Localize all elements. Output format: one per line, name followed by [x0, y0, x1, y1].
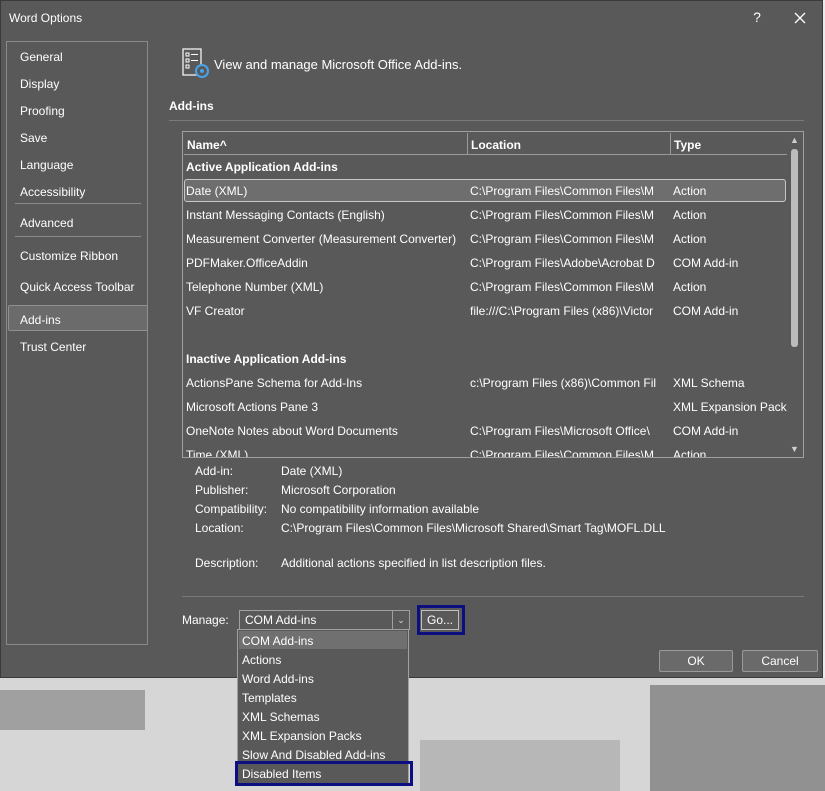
- scroll-down-icon[interactable]: ▼: [790, 444, 799, 454]
- detail-publisher-label: Publisher:: [195, 483, 249, 497]
- sidebar-item-language[interactable]: Language: [20, 158, 73, 172]
- sidebar-item-accessibility[interactable]: Accessibility: [20, 185, 85, 199]
- sidebar-item-save[interactable]: Save: [20, 131, 47, 145]
- cell-location: C:\Program Files\Common Files\M: [470, 232, 655, 246]
- help-button[interactable]: ?: [747, 7, 767, 27]
- detail-description-value: Additional actions specified in list des…: [281, 556, 546, 570]
- column-header-name[interactable]: Name^: [184, 133, 468, 155]
- manage-select[interactable]: COM Add-ins ⌄: [239, 610, 410, 630]
- cell-type: Action: [673, 184, 707, 198]
- word-options-dialog: Word Options ? General Display Proofing …: [0, 0, 823, 678]
- cell-name: OneNote Notes about Word Documents: [186, 424, 398, 438]
- details-divider: [182, 596, 804, 597]
- cell-location: C:\Program Files\Common Files\M: [470, 184, 655, 198]
- cell-location: C:\Program Files\Microsoft Office\: [470, 424, 650, 438]
- section-divider: [169, 120, 804, 121]
- cell-location: C:\Program Files\Common Files\M: [470, 208, 655, 222]
- column-header-label: Location: [471, 138, 521, 152]
- sidebar: General Display Proofing Save Language A…: [6, 41, 148, 645]
- background-blur: [650, 685, 825, 791]
- cell-location: C:\Program Files\Common Files\M: [470, 448, 655, 458]
- detail-location-label: Location:: [195, 521, 244, 535]
- cell-name: Time (XML): [186, 448, 249, 458]
- cell-name: Date (XML): [186, 184, 248, 198]
- sidebar-divider: [15, 203, 141, 204]
- dropdown-option-xml-schemas[interactable]: XML Schemas: [242, 710, 320, 724]
- cell-name: Measurement Converter (Measurement Conve…: [186, 232, 457, 246]
- cell-name: VF Creator: [186, 304, 245, 318]
- go-button[interactable]: Go...: [421, 610, 459, 630]
- scrollbar-thumb[interactable]: [791, 149, 798, 347]
- column-header-location[interactable]: Location: [468, 133, 671, 155]
- sidebar-item-trust-center[interactable]: Trust Center: [20, 340, 86, 354]
- sidebar-item-quick-access-toolbar[interactable]: Quick Access Toolbar: [20, 280, 135, 294]
- cell-type: Action: [673, 280, 707, 294]
- dropdown-option-com-add-ins[interactable]: COM Add-ins: [242, 634, 313, 648]
- title-bar: Word Options ?: [1, 1, 822, 35]
- cell-location: C:\Program Files\Common Files\M: [470, 280, 655, 294]
- cell-type: COM Add-in: [673, 424, 739, 438]
- cell-location: c:\Program Files (x86)\Common Fil: [470, 376, 657, 390]
- cell-name: Microsoft Actions Pane 3: [186, 400, 319, 414]
- ok-button[interactable]: OK: [659, 650, 733, 672]
- cell-location: C:\Program Files\Adobe\Acrobat D: [470, 256, 655, 270]
- cell-type: XML Schema: [673, 376, 745, 390]
- sidebar-divider: [15, 236, 141, 237]
- close-button[interactable]: [789, 7, 811, 29]
- cell-location: file:///C:\Program Files (x86)\Victor: [470, 304, 654, 318]
- detail-compatibility-value: No compatibility information available: [281, 502, 480, 516]
- detail-description-label: Description:: [195, 556, 259, 570]
- manage-label: Manage:: [182, 613, 229, 627]
- cell-name: Instant Messaging Contacts (English): [186, 208, 385, 222]
- dropdown-option-actions[interactable]: Actions: [242, 653, 281, 667]
- sidebar-item-advanced[interactable]: Advanced: [20, 216, 73, 230]
- sidebar-item-general[interactable]: General: [20, 50, 63, 64]
- add-ins-icon: [181, 48, 211, 80]
- sidebar-item-proofing[interactable]: Proofing: [20, 104, 65, 118]
- cancel-button[interactable]: Cancel: [742, 650, 818, 672]
- detail-publisher-value: Microsoft Corporation: [281, 483, 396, 497]
- disabled-items-highlight: [235, 761, 413, 786]
- column-header-label: Name: [187, 138, 220, 152]
- manage-select-value: COM Add-ins: [245, 613, 317, 627]
- group-header: Active Application Add-ins: [186, 160, 338, 174]
- scroll-up-icon[interactable]: ▲: [790, 135, 799, 145]
- sidebar-item-display[interactable]: Display: [20, 77, 59, 91]
- column-header-label: Type: [674, 138, 702, 152]
- detail-location-value: C:\Program Files\Common Files\Microsoft …: [281, 521, 666, 535]
- sort-indicator: ^: [219, 138, 227, 152]
- cell-type: COM Add-in: [673, 304, 739, 318]
- cell-name: PDFMaker.OfficeAddin: [186, 256, 308, 270]
- window-title: Word Options: [9, 11, 83, 25]
- dropdown-option-xml-expansion-packs[interactable]: XML Expansion Packs: [242, 729, 362, 743]
- cell-type: Action: [673, 208, 707, 222]
- background-blur: [420, 740, 620, 791]
- page-heading: View and manage Microsoft Office Add-ins…: [214, 57, 463, 72]
- detail-addin-value: Date (XML): [281, 464, 343, 478]
- column-header-type[interactable]: Type: [671, 133, 787, 155]
- add-ins-table: Name^ Location Type Active Application A…: [182, 131, 804, 458]
- table-scrollbar[interactable]: ▲ ▼: [787, 132, 803, 457]
- sidebar-item-add-ins[interactable]: Add-ins: [20, 313, 61, 327]
- dropdown-option-word-add-ins[interactable]: Word Add-ins: [242, 672, 314, 686]
- background-blur: [0, 690, 145, 730]
- cell-name: ActionsPane Schema for Add-Ins: [186, 376, 363, 390]
- cell-type: XML Expansion Pack: [673, 400, 787, 414]
- cell-type: COM Add-in: [673, 256, 739, 270]
- cell-name: Telephone Number (XML): [186, 280, 324, 294]
- chevron-down-icon[interactable]: ⌄: [392, 611, 409, 629]
- cell-type: Action: [673, 232, 707, 246]
- close-icon: [794, 12, 806, 24]
- dropdown-option-templates[interactable]: Templates: [242, 691, 297, 705]
- dropdown-option-slow-disabled-add-ins[interactable]: Slow And Disabled Add-ins: [242, 748, 385, 762]
- sidebar-item-customize-ribbon[interactable]: Customize Ribbon: [20, 249, 118, 263]
- section-title: Add-ins: [169, 99, 214, 113]
- cell-type: Action: [673, 448, 707, 458]
- detail-compatibility-label: Compatibility:: [195, 502, 268, 516]
- group-header: Inactive Application Add-ins: [186, 352, 347, 366]
- detail-addin-label: Add-in:: [195, 464, 234, 478]
